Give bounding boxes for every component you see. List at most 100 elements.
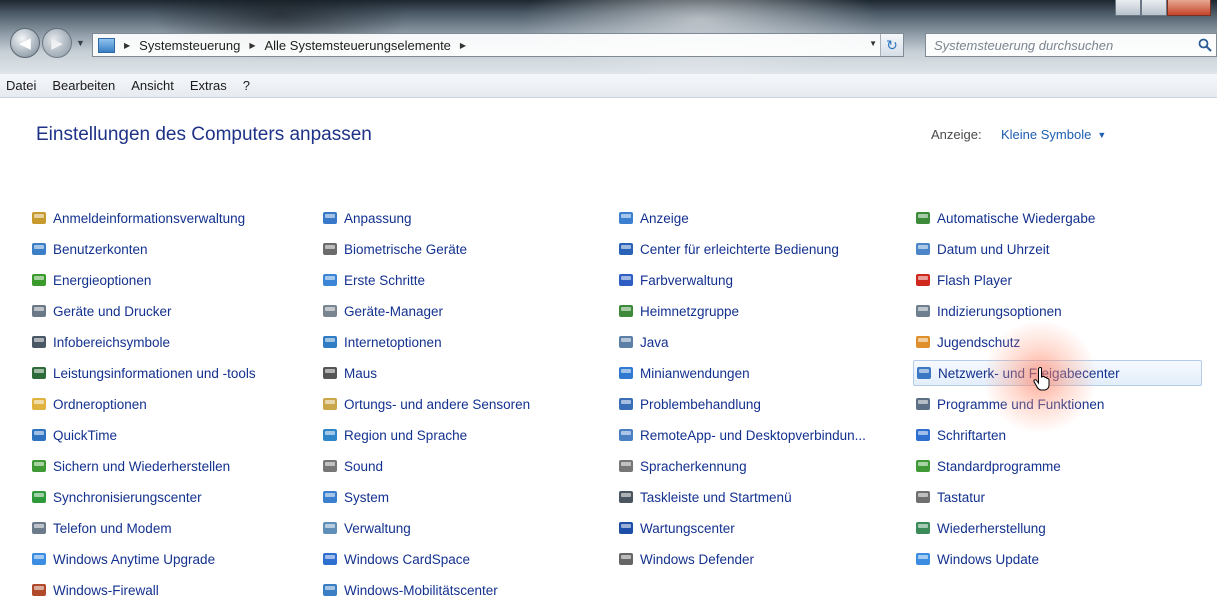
cpl-item[interactable]: Anzeige	[616, 205, 896, 231]
recent-pages-dropdown[interactable]: ▼	[76, 38, 85, 48]
cpl-item[interactable]: RemoteApp- und Desktopverbindun...	[616, 422, 896, 448]
cpl-item[interactable]: Tastatur	[913, 484, 1202, 510]
search-box[interactable]	[925, 33, 1217, 57]
recovery-icon	[915, 520, 931, 536]
cpl-item[interactable]: Standardprogramme	[913, 453, 1202, 479]
address-history-dropdown-icon[interactable]: ▼	[869, 39, 877, 48]
troubleshooting-icon	[618, 396, 634, 412]
search-icon[interactable]	[1198, 38, 1212, 52]
close-button[interactable]	[1167, 0, 1211, 16]
window-controls	[1115, 0, 1211, 18]
menu-edit[interactable]: Bearbeiten	[44, 78, 123, 93]
sensor-icon	[322, 396, 338, 412]
cpl-item[interactable]: Wartungscenter	[616, 515, 896, 541]
printer-icon	[31, 303, 47, 319]
breadcrumb-all-items[interactable]: Alle Systemsteuerungselemente	[264, 38, 450, 53]
cpl-item[interactable]: Anmeldeinformationsverwaltung	[29, 205, 299, 231]
cpl-item[interactable]: Region und Sprache	[320, 422, 590, 448]
cpl-item[interactable]: System	[320, 484, 590, 510]
cpl-item-label: Indizierungsoptionen	[937, 303, 1062, 319]
back-button[interactable]: ◀	[10, 28, 40, 58]
cpl-item-label: Region und Sprache	[344, 427, 468, 443]
cpl-item[interactable]: Geräte und Drucker	[29, 298, 299, 324]
cpl-item[interactable]: Jugendschutz	[913, 329, 1202, 355]
cpl-item[interactable]: Energieoptionen	[29, 267, 299, 293]
cpl-item-label: Verwaltung	[344, 520, 411, 536]
cpl-item-label: Energieoptionen	[53, 272, 152, 288]
taskbar-icon	[31, 334, 47, 350]
cpl-item-label: Anmeldeinformationsverwaltung	[53, 210, 246, 226]
cpl-item[interactable]: Spracherkennung	[616, 453, 896, 479]
cpl-item[interactable]: Programme und Funktionen	[913, 391, 1202, 417]
minimize-button[interactable]	[1115, 0, 1141, 16]
cpl-item-label: Synchronisierungscenter	[53, 489, 202, 505]
cpl-item[interactable]: Anpassung	[320, 205, 590, 231]
cpl-item[interactable]: Maus	[320, 360, 590, 386]
cpl-item[interactable]: Heimnetzgruppe	[616, 298, 896, 324]
menu-tools[interactable]: Extras	[182, 78, 235, 93]
cpl-item[interactable]: Farbverwaltung	[616, 267, 896, 293]
cpl-item[interactable]: Windows Anytime Upgrade	[29, 546, 299, 572]
credential-icon	[31, 210, 47, 226]
cpl-item[interactable]: Windows Update	[913, 546, 1202, 572]
cpl-item[interactable]: Geräte-Manager	[320, 298, 590, 324]
search-input[interactable]	[932, 36, 1186, 54]
cpl-item[interactable]: Windows Defender	[616, 546, 896, 572]
cpl-item[interactable]: Biometrische Geräte	[320, 236, 590, 262]
cpl-item[interactable]: Flash Player	[913, 267, 1202, 293]
cpl-item[interactable]: Windows-Mobilitätscenter	[320, 577, 590, 603]
cpl-item[interactable]: Netzwerk- und Freigabecenter	[913, 360, 1202, 386]
flash-icon	[915, 272, 931, 288]
cpl-item[interactable]: Minianwendungen	[616, 360, 896, 386]
cpl-item[interactable]: QuickTime	[29, 422, 299, 448]
cpl-item[interactable]: Sichern und Wiederherstellen	[29, 453, 299, 479]
address-bar[interactable]: ▶ Systemsteuerung ▶ Alle Systemsteuerung…	[92, 33, 904, 57]
breadcrumb-systemsteuerung[interactable]: Systemsteuerung	[139, 38, 240, 53]
cpl-item[interactable]: Telefon und Modem	[29, 515, 299, 541]
refresh-icon[interactable]: ↻	[880, 34, 903, 56]
menu-view[interactable]: Ansicht	[123, 78, 182, 93]
cpl-item[interactable]: Java	[616, 329, 896, 355]
menu-file[interactable]: Datei	[0, 78, 44, 93]
menu-help[interactable]: ?	[235, 78, 258, 93]
cpl-item[interactable]: Windows CardSpace	[320, 546, 590, 572]
clock-icon	[915, 241, 931, 257]
admin-tools-icon	[322, 520, 338, 536]
cpl-item[interactable]: Erste Schritte	[320, 267, 590, 293]
keyboard-icon	[915, 489, 931, 505]
backup-icon	[31, 458, 47, 474]
breadcrumb-chevron-icon[interactable]: ▶	[124, 41, 130, 50]
cpl-item-label: RemoteApp- und Desktopverbindun...	[640, 427, 866, 443]
cpl-item[interactable]: Taskleiste und Startmenü	[616, 484, 896, 510]
cpl-item[interactable]: Leistungsinformationen und -tools	[29, 360, 299, 386]
display-icon	[618, 210, 634, 226]
breadcrumb-chevron-icon[interactable]: ▶	[249, 41, 255, 50]
cpl-item[interactable]: Benutzerkonten	[29, 236, 299, 262]
cpl-item[interactable]: Sound	[320, 453, 590, 479]
view-mode-select[interactable]: Kleine Symbole ▼	[1001, 127, 1106, 142]
cpl-item[interactable]: Ortungs- und andere Sensoren	[320, 391, 590, 417]
cpl-item-label: Programme und Funktionen	[937, 396, 1105, 412]
cpl-item[interactable]: Synchronisierungscenter	[29, 484, 299, 510]
cpl-item-label: Windows CardSpace	[344, 551, 471, 567]
forward-button[interactable]: ▶	[42, 28, 72, 58]
cpl-item[interactable]: Infobereichsymbole	[29, 329, 299, 355]
cpl-item-label: Java	[640, 334, 669, 350]
cpl-item[interactable]: Ordneroptionen	[29, 391, 299, 417]
cpl-item[interactable]: Problembehandlung	[616, 391, 896, 417]
cpl-item[interactable]: Center für erleichterte Bedienung	[616, 236, 896, 262]
cpl-item[interactable]: Schriftarten	[913, 422, 1202, 448]
cpl-item[interactable]: Internetoptionen	[320, 329, 590, 355]
cpl-item[interactable]: Wiederherstellung	[913, 515, 1202, 541]
cpl-item[interactable]: Indizierungsoptionen	[913, 298, 1202, 324]
breadcrumb-chevron-icon[interactable]: ▶	[460, 41, 466, 50]
cpl-item[interactable]: Verwaltung	[320, 515, 590, 541]
maximize-button[interactable]	[1141, 0, 1167, 16]
cpl-item[interactable]: Datum und Uhrzeit	[913, 236, 1202, 262]
cpl-item-label: Flash Player	[937, 272, 1013, 288]
cpl-item-label: Windows Anytime Upgrade	[53, 551, 216, 567]
cpl-item[interactable]: Windows-Firewall	[29, 577, 299, 603]
cpl-item-label: Windows-Firewall	[53, 582, 159, 598]
cpl-item[interactable]: Automatische Wiedergabe	[913, 205, 1202, 231]
cpl-item-label: Ortungs- und andere Sensoren	[344, 396, 531, 412]
